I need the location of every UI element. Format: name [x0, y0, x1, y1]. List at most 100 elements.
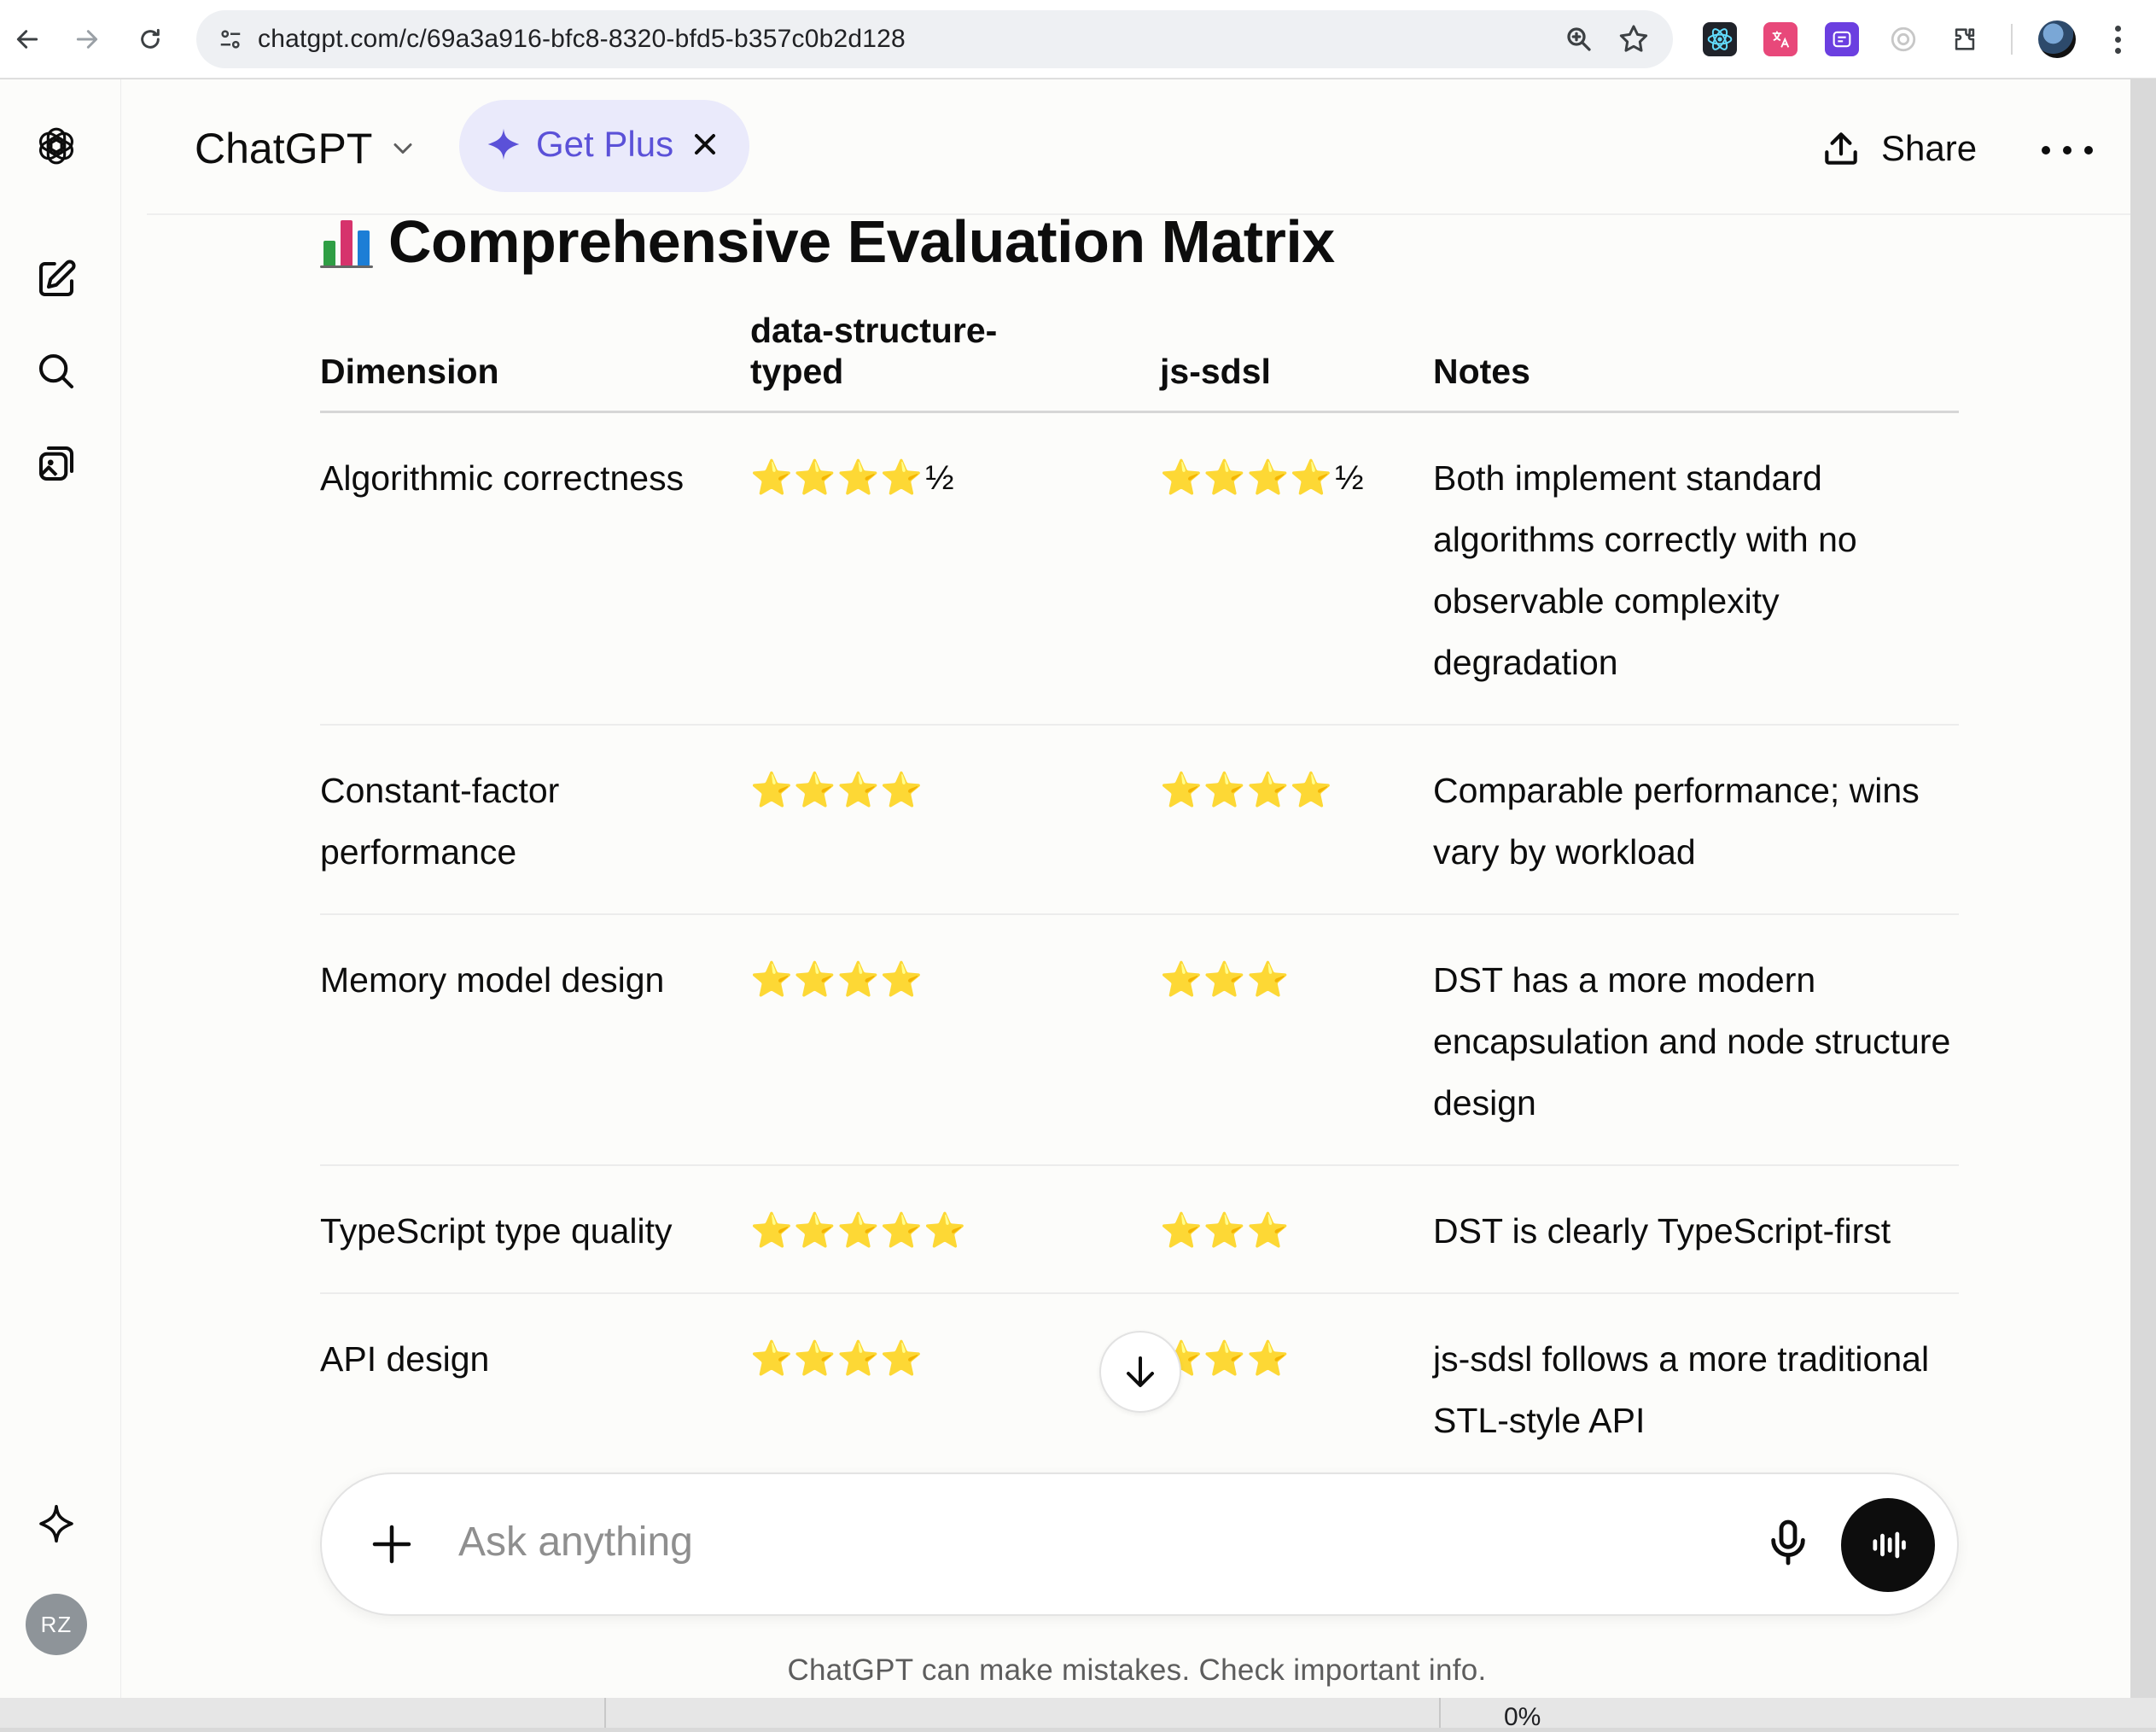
- cell-dst-rating: ⭐⭐⭐⭐: [750, 914, 1160, 1166]
- cell-dimension: TypeScript type quality: [320, 1165, 750, 1294]
- message-composer[interactable]: Ask anything: [320, 1472, 1959, 1616]
- cell-dst-rating: ⭐⭐⭐⭐: [750, 1293, 1160, 1484]
- scroll-to-bottom-button[interactable]: [1099, 1331, 1181, 1413]
- cell-dimension: API design: [320, 1293, 750, 1484]
- cell-dst-rating: ⭐⭐⭐⭐½: [750, 411, 1160, 726]
- close-icon[interactable]: [688, 127, 722, 161]
- background-window: 0%: [0, 1698, 2156, 1731]
- upgrade-sparkle-button[interactable]: [26, 1493, 87, 1554]
- arrow-right-icon: [76, 30, 98, 49]
- chrome-menu-icon[interactable]: [2105, 20, 2130, 58]
- translate-extension-icon[interactable]: [1763, 22, 1798, 56]
- cell-dimension: Memory model design: [320, 914, 750, 1166]
- model-selector[interactable]: ChatGPT: [195, 119, 418, 178]
- header-divider: [147, 213, 2130, 215]
- search-icon: [38, 353, 74, 389]
- cell-dimension: Algorithmic correctness: [320, 411, 750, 726]
- reload-button[interactable]: [130, 19, 171, 60]
- bar-chart-icon: [320, 215, 373, 268]
- toolbar-divider: [2011, 24, 2013, 55]
- half-star-text: ½: [925, 459, 955, 497]
- react-devtools-icon[interactable]: [1703, 22, 1737, 56]
- browser-toolbar: chatgpt.com/c/69a3a916-bfc8-8320-bfd5-b3…: [0, 0, 2156, 79]
- dimension-text: Memory model design: [320, 960, 665, 1000]
- cell-dst-rating: ⭐⭐⭐⭐: [750, 725, 1160, 915]
- site-info-icon[interactable]: [213, 22, 248, 56]
- share-upload-icon: [1825, 132, 1857, 165]
- library-button[interactable]: [26, 433, 87, 494]
- new-chat-button[interactable]: [26, 248, 87, 310]
- forward-button[interactable]: [67, 19, 108, 60]
- waveform-icon: [1873, 1531, 1906, 1559]
- images-library-icon: [38, 446, 74, 481]
- evaluation-matrix-table: Dimension data-structure- typed js-sdsl …: [320, 310, 1959, 1484]
- section-title: Comprehensive Evaluation Matrix: [388, 208, 1335, 275]
- header-notes: Notes: [1433, 310, 1959, 413]
- sparkle-icon: [487, 128, 520, 160]
- user-avatar[interactable]: RZ: [26, 1594, 87, 1655]
- cell-notes: Comparable performance; wins vary by wor…: [1433, 725, 1959, 915]
- address-bar[interactable]: chatgpt.com/c/69a3a916-bfc8-8320-bfd5-b3…: [196, 10, 1673, 68]
- star-rating: ⭐⭐⭐⭐: [750, 459, 924, 497]
- prompt-input[interactable]: Ask anything: [458, 1519, 693, 1566]
- sparkle-icon: [39, 1504, 73, 1543]
- model-name: ChatGPT: [195, 125, 373, 172]
- header-js-sdsl: js-sdsl: [1160, 310, 1433, 413]
- arrow-left-icon: [16, 30, 38, 49]
- extensions-puzzle-icon[interactable]: [1948, 22, 1982, 56]
- get-plus-button[interactable]: Get Plus: [459, 100, 749, 192]
- chatgpt-app: Comprehensive Evaluation Matrix Dimensio…: [0, 79, 2130, 1698]
- dimension-text: Algorithmic correctness: [320, 458, 685, 498]
- table-row: Constant-factor performance ⭐⭐⭐⭐ ⭐⭐⭐⭐ Co…: [320, 725, 1959, 915]
- table-row: Memory model design ⭐⭐⭐⭐ ⭐⭐⭐ DST has a m…: [320, 914, 1959, 1166]
- voice-mode-button[interactable]: [1841, 1498, 1935, 1592]
- reload-icon: [141, 28, 160, 49]
- chat-header: ChatGPT Get Plus Share: [121, 79, 2130, 213]
- header-dst-line2: typed: [750, 352, 844, 391]
- section-heading: Comprehensive Evaluation Matrix: [320, 207, 1335, 276]
- purple-extension-icon[interactable]: [1825, 22, 1859, 56]
- table-row: TypeScript type quality ⭐⭐⭐⭐⭐ ⭐⭐⭐ DST is…: [320, 1165, 1959, 1294]
- cell-notes: DST is clearly TypeScript-first: [1433, 1165, 1959, 1294]
- openai-logo[interactable]: [26, 115, 87, 177]
- back-button[interactable]: [7, 19, 48, 60]
- arrow-down-icon: [1127, 1356, 1154, 1387]
- search-chats-button[interactable]: [26, 341, 87, 402]
- microphone-icon[interactable]: [1761, 1515, 1815, 1570]
- cell-jssdsl-rating: ⭐⭐⭐: [1160, 1293, 1433, 1484]
- cell-jssdsl-rating: ⭐⭐⭐⭐½: [1160, 411, 1433, 726]
- share-button[interactable]: Share: [1820, 119, 1977, 178]
- cell-dimension: Constant-factor performance: [320, 725, 750, 915]
- background-divider: [1439, 1698, 1441, 1728]
- dimension-text: TypeScript type quality: [320, 1211, 673, 1251]
- chevron-down-icon: [393, 143, 412, 154]
- openai-logo-icon: [38, 127, 74, 165]
- star-rating: ⭐⭐⭐⭐: [1160, 459, 1334, 497]
- half-star-text: ½: [1335, 459, 1365, 497]
- cell-notes: Both implement standard algorithms corre…: [1433, 411, 1959, 726]
- cell-notes: js-sdsl follows a more traditional STL-s…: [1433, 1293, 1959, 1484]
- cell-jssdsl-rating: ⭐⭐⭐⭐: [1160, 725, 1433, 915]
- header-dimension: Dimension: [320, 310, 750, 413]
- header-data-structure-typed: data-structure- typed: [750, 310, 1160, 413]
- dimension-text: API design: [320, 1339, 490, 1379]
- cell-jssdsl-rating: ⭐⭐⭐: [1160, 1165, 1433, 1294]
- plus-icon[interactable]: [366, 1519, 417, 1570]
- share-label: Share: [1881, 128, 1978, 168]
- url-text[interactable]: chatgpt.com/c/69a3a916-bfc8-8320-bfd5-b3…: [258, 25, 906, 54]
- background-divider: [604, 1698, 606, 1728]
- bookmark-star-icon[interactable]: [1617, 22, 1651, 56]
- cell-jssdsl-rating: ⭐⭐⭐: [1160, 914, 1433, 1166]
- dimension-text: Constant-factor performance: [320, 771, 560, 872]
- conversation-area: Comprehensive Evaluation Matrix Dimensio…: [0, 79, 2130, 1698]
- table-row: Algorithmic correctness ⭐⭐⭐⭐½ ⭐⭐⭐⭐½ Both…: [320, 411, 1959, 726]
- edit-pencil-icon: [38, 260, 76, 297]
- disclaimer-text: ChatGPT can make mistakes. Check importa…: [787, 1653, 1487, 1687]
- cell-dst-rating: ⭐⭐⭐⭐⭐: [750, 1165, 1160, 1294]
- cell-notes: DST has a more modern encapsulation and …: [1433, 914, 1959, 1166]
- circle-extension-icon[interactable]: [1886, 22, 1920, 56]
- zoom-icon[interactable]: [1564, 24, 1594, 55]
- profile-avatar[interactable]: [2038, 20, 2076, 58]
- table-header-row: Dimension data-structure- typed js-sdsl …: [320, 310, 1959, 413]
- more-options-icon[interactable]: [2042, 129, 2093, 172]
